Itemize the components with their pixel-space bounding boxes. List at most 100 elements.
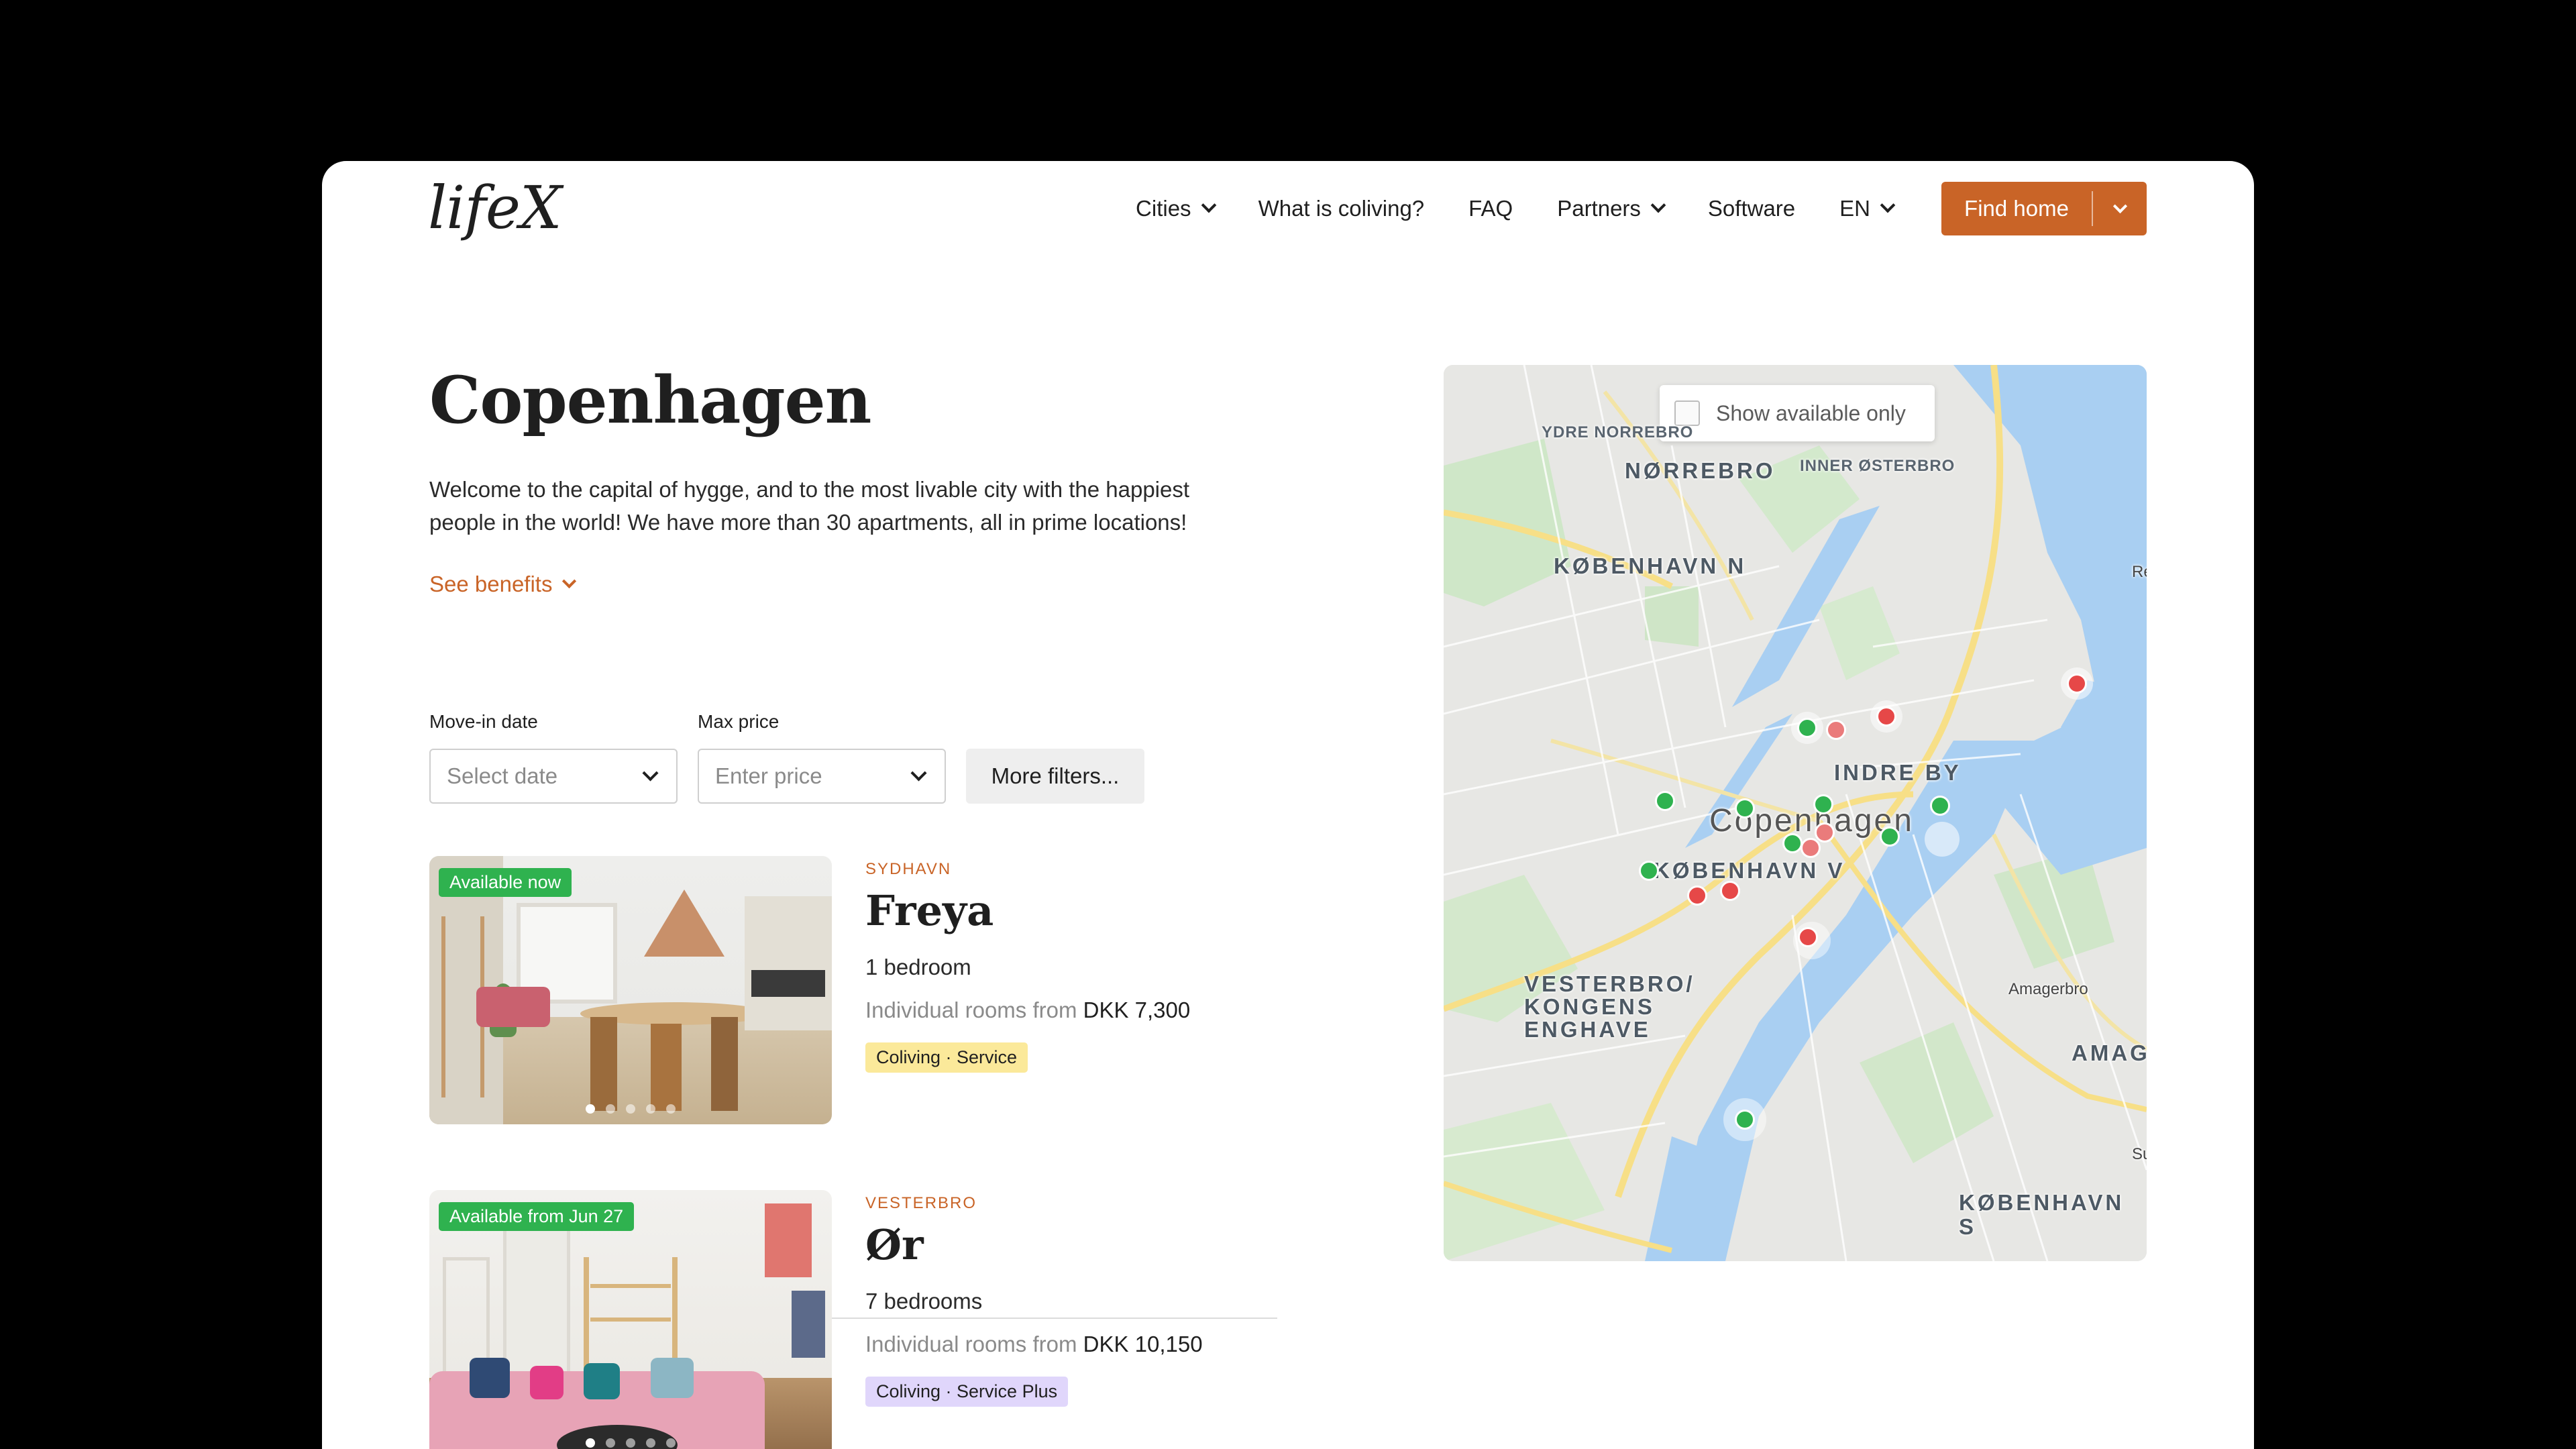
map-label: NØRREBRO bbox=[1625, 458, 1776, 483]
listing-bedrooms: 7 bedrooms bbox=[865, 1289, 983, 1313]
listing-photo[interactable]: Available now bbox=[429, 856, 832, 1124]
listing-photo[interactable]: Available from Jun 27 bbox=[429, 1190, 832, 1449]
language-label: EN bbox=[1839, 196, 1870, 221]
carousel-dot[interactable] bbox=[586, 1438, 595, 1448]
show-available-only-toggle[interactable]: Show available only bbox=[1660, 385, 1935, 441]
map-marker-available[interactable] bbox=[1782, 833, 1803, 853]
listing-card[interactable]: Available from Jun 27 VESTERBRO Ør 7 bed… bbox=[429, 1190, 1277, 1449]
chevron-down-icon bbox=[562, 574, 577, 589]
map-label: INDRE BY bbox=[1834, 760, 1962, 785]
price-prefix: Individual rooms from bbox=[865, 998, 1077, 1022]
map-marker-available[interactable] bbox=[1655, 791, 1675, 811]
max-price-placeholder: Enter price bbox=[715, 763, 822, 788]
chevron-down-icon bbox=[2112, 199, 2127, 213]
nav-what-is-coliving-label: What is coliving? bbox=[1258, 196, 1425, 221]
nav-faq[interactable]: FAQ bbox=[1468, 196, 1513, 221]
carousel-dot[interactable] bbox=[606, 1104, 615, 1114]
see-benefits-label: See benefits bbox=[429, 572, 553, 596]
nav-faq-label: FAQ bbox=[1468, 196, 1513, 221]
move-in-date-placeholder: Select date bbox=[447, 763, 558, 788]
logo[interactable]: lifeX bbox=[428, 178, 562, 237]
carousel-dot[interactable] bbox=[626, 1438, 635, 1448]
map-label: VESTERBRO/ KONGENS ENGHAVE bbox=[1524, 971, 1695, 1042]
map-marker-unavailable[interactable] bbox=[1815, 822, 1835, 843]
map-label: YDRE NORREBRO bbox=[1542, 423, 1694, 441]
map-marker-unavailable[interactable] bbox=[2067, 674, 2087, 694]
price-value: DKK 7,300 bbox=[1083, 998, 1191, 1022]
chevron-down-icon bbox=[642, 765, 659, 782]
chevron-down-icon bbox=[1880, 197, 1896, 213]
see-benefits-link[interactable]: See benefits bbox=[429, 572, 577, 597]
find-home-button[interactable]: Find home bbox=[1941, 182, 2147, 235]
map-label: Amagerbro bbox=[2008, 980, 2088, 998]
show-available-only-label: Show available only bbox=[1716, 400, 1906, 425]
map-marker-available[interactable] bbox=[1735, 798, 1755, 818]
listing-bedrooms: 1 bedroom bbox=[865, 955, 971, 979]
language-selector[interactable]: EN bbox=[1839, 196, 1896, 221]
max-price-select[interactable]: Enter price bbox=[698, 749, 946, 804]
city-map[interactable]: Show available only YDRE NORREBRO NØRREB… bbox=[1444, 365, 2147, 1261]
map-marker-unavailable[interactable] bbox=[1798, 927, 1818, 947]
find-home-dropdown-toggle[interactable] bbox=[2093, 199, 2147, 213]
map-marker-available[interactable] bbox=[1880, 826, 1900, 847]
city-intro: Welcome to the capital of hygge, and to … bbox=[429, 477, 1190, 535]
map-marker-available[interactable] bbox=[1813, 794, 1833, 814]
chevron-down-icon bbox=[1650, 197, 1666, 213]
photo-carousel-dots bbox=[429, 1104, 832, 1114]
map-label: INNER ØSTERBRO bbox=[1800, 457, 1955, 475]
chevron-down-icon bbox=[1201, 197, 1216, 213]
max-price-label: Max price bbox=[698, 711, 780, 732]
map-marker-unavailable[interactable] bbox=[1687, 885, 1707, 906]
map-marker-available[interactable] bbox=[1930, 796, 1950, 816]
listing-price: Individual rooms from DKK 7,300 bbox=[865, 998, 1190, 1023]
page-title: Copenhagen bbox=[429, 362, 871, 438]
nav-what-is-coliving[interactable]: What is coliving? bbox=[1258, 196, 1425, 221]
more-filters-button[interactable]: More filters... bbox=[966, 749, 1144, 804]
nav-cities-label: Cities bbox=[1136, 196, 1191, 221]
availability-badge: Available from Jun 27 bbox=[439, 1202, 635, 1231]
nav-partners[interactable]: Partners bbox=[1557, 196, 1666, 221]
carousel-dot[interactable] bbox=[626, 1104, 635, 1114]
nav-software[interactable]: Software bbox=[1708, 196, 1795, 221]
map-label: KØBENHAVN V bbox=[1654, 858, 1845, 883]
listing-neighborhood: VESTERBRO bbox=[865, 1194, 977, 1212]
map-marker-unavailable[interactable] bbox=[1801, 838, 1821, 858]
map-marker-unavailable[interactable] bbox=[1720, 881, 1740, 901]
service-tag: Coliving · Service bbox=[865, 1042, 1028, 1073]
map-label: Su bbox=[2132, 1145, 2147, 1163]
map-marker-unavailable[interactable] bbox=[1876, 706, 1896, 727]
availability-badge: Available now bbox=[439, 868, 572, 897]
nav-software-label: Software bbox=[1707, 196, 1796, 221]
listing-name[interactable]: Ør bbox=[865, 1220, 924, 1269]
service-tag: Coliving · Service Plus bbox=[865, 1377, 1069, 1407]
main-nav: Cities What is coliving? FAQ Partners So… bbox=[1091, 181, 2147, 236]
map-label: KØBENHAVN S bbox=[1959, 1190, 2125, 1240]
app-window: lifeX Cities What is coliving? FAQ Partn… bbox=[322, 161, 2254, 1449]
carousel-dot[interactable] bbox=[646, 1104, 655, 1114]
map-marker-available[interactable] bbox=[1735, 1110, 1755, 1130]
nav-partners-label: Partners bbox=[1557, 196, 1641, 221]
price-prefix: Individual rooms from bbox=[865, 1332, 1077, 1356]
listing-price: Individual rooms from DKK 10,150 bbox=[865, 1332, 1203, 1357]
carousel-dot[interactable] bbox=[666, 1438, 676, 1448]
move-in-date-select[interactable]: Select date bbox=[429, 749, 678, 804]
carousel-dot[interactable] bbox=[606, 1438, 615, 1448]
map-label: KØBENHAVN N bbox=[1554, 553, 1747, 578]
listing-name[interactable]: Freya bbox=[865, 886, 994, 935]
chevron-down-icon bbox=[910, 765, 927, 782]
carousel-dot[interactable] bbox=[586, 1104, 595, 1114]
move-in-date-label: Move-in date bbox=[429, 711, 538, 732]
price-value: DKK 10,150 bbox=[1083, 1332, 1203, 1356]
photo-carousel-dots bbox=[429, 1438, 832, 1448]
map-marker-unavailable[interactable] bbox=[1826, 720, 1846, 740]
checkbox[interactable] bbox=[1674, 400, 1700, 426]
carousel-dot[interactable] bbox=[646, 1438, 655, 1448]
nav-cities[interactable]: Cities bbox=[1136, 196, 1216, 221]
map-marker-available[interactable] bbox=[1797, 718, 1817, 738]
carousel-dot[interactable] bbox=[666, 1104, 676, 1114]
listing-card[interactable]: Available now SYDHAVN Freya 1 bedroom In… bbox=[429, 856, 1277, 1124]
map-marker-available[interactable] bbox=[1639, 861, 1659, 881]
listing-neighborhood: SYDHAVN bbox=[865, 860, 952, 878]
find-home-label: Find home bbox=[1964, 196, 2069, 221]
map-label: Re bbox=[2132, 563, 2147, 581]
